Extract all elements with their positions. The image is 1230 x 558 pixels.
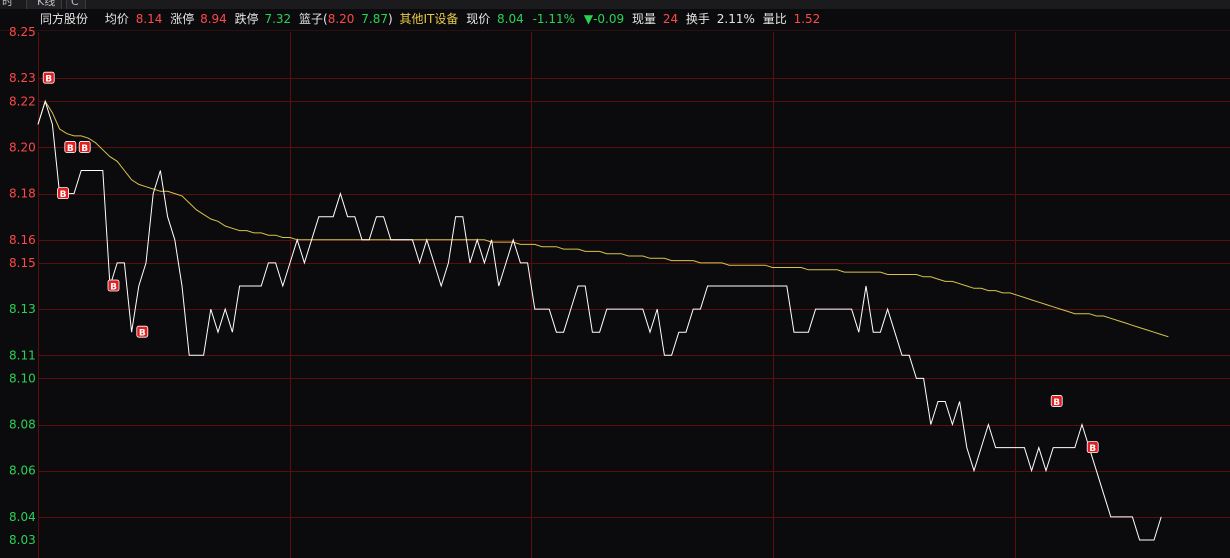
y-tick-label: 8.23 (9, 71, 36, 85)
buy-marker-label: B (139, 329, 146, 339)
buy-marker-label: B (110, 283, 117, 293)
buy-marker: B (42, 71, 55, 85)
buy-marker-label: B (45, 75, 52, 85)
buy-marker-label: B (1053, 398, 1060, 408)
grid-lines (0, 30, 1230, 558)
buy-marker: B (57, 187, 69, 200)
y-axis-ticks: 8.25 8.23 8.22 8.20 8.18 8.16 8.15 8.13 8.11 8.10… (9, 25, 36, 547)
intraday-chart[interactable]: 8.25 8.23 8.22 8.20 8.18 8.16 8.15 8.13 8.11 8.10… (0, 0, 1230, 558)
buy-marker-label: B (1089, 444, 1096, 454)
buy-marker: B (78, 141, 91, 154)
buy-marker-label: B (67, 144, 74, 154)
buy-marker-label: B (81, 144, 88, 154)
y-tick-label: 8.20 (9, 140, 36, 154)
buy-marker: B (64, 141, 77, 154)
price-line (37, 99, 1162, 541)
y-tick-label: 8.11 (9, 348, 36, 362)
y-tick-label: 8.18 (9, 187, 36, 201)
buy-marker: B (1086, 441, 1099, 454)
y-tick-label: 8.13 (9, 302, 36, 316)
buy-marker: B (136, 325, 149, 339)
y-tick-label: 8.15 (9, 256, 36, 270)
buy-marker: B (107, 279, 120, 293)
y-tick-label: 8.22 (9, 94, 36, 108)
y-tick-label: 8.03 (9, 533, 36, 547)
y-tick-label: 8.04 (9, 510, 36, 524)
buy-marker: B (1050, 395, 1063, 408)
y-tick-label: 8.06 (9, 464, 36, 478)
y-tick-label: 8.10 (9, 371, 36, 385)
buy-marker-label: B (60, 190, 67, 200)
y-tick-label: 8.08 (9, 418, 36, 432)
average-price-line (37, 100, 1169, 338)
y-tick-label: 8.25 (9, 25, 36, 39)
y-tick-label: 8.16 (9, 233, 36, 247)
